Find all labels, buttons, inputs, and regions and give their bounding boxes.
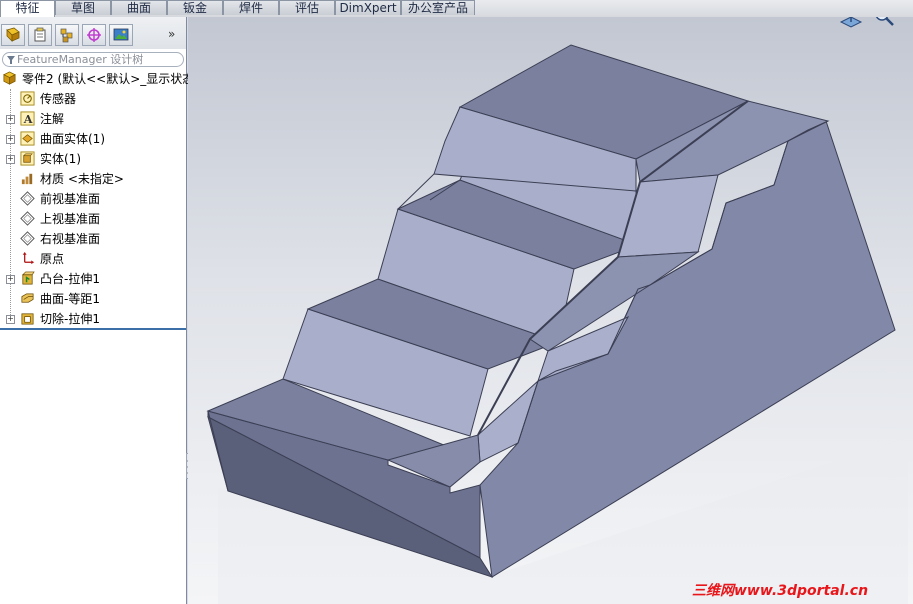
tree-item-label: 曲面-等距1 [40, 292, 100, 306]
expand-toggle[interactable]: + [6, 115, 15, 124]
tree-item-front-plane[interactable]: 前视基准面 [0, 189, 186, 209]
plane-icon [20, 191, 35, 206]
tree-item-origin[interactable]: 原点 [0, 249, 186, 269]
dimxpert-manager-icon[interactable] [82, 24, 106, 46]
tree-item-label: 曲面实体(1) [40, 132, 105, 146]
tree-item-surface-bodies[interactable]: + 曲面实体(1) [0, 129, 186, 149]
solid-body-icon [20, 151, 35, 166]
tree-item-label: 切除-拉伸1 [40, 312, 100, 326]
expand-toggle[interactable]: + [6, 155, 15, 164]
tree-item-boss-extrude[interactable]: + 凸台-拉伸1 [0, 269, 186, 289]
panel-toolbar: » [0, 17, 186, 49]
tree-item-label: 凸台-拉伸1 [40, 272, 100, 286]
tab-surfaces[interactable]: 曲面 [111, 0, 167, 15]
plane-icon [20, 231, 35, 246]
configuration-manager-icon[interactable] [55, 24, 79, 46]
zoom-to-fit-icon[interactable] [873, 17, 895, 27]
graphics-viewport[interactable] [188, 17, 913, 604]
tree-item-label: 右视基准面 [40, 232, 101, 246]
tab-dimxpert[interactable]: DimXpert [335, 0, 401, 15]
tree-item-material[interactable]: 材质 <未指定> [0, 169, 186, 189]
expand-panel-button[interactable]: » [168, 27, 175, 41]
tree-item-sensors[interactable]: 传感器 [0, 89, 186, 109]
part-icon [3, 71, 16, 85]
property-manager-icon[interactable] [28, 24, 52, 46]
feature-filter-input[interactable]: FeatureManager 设计树 [2, 52, 184, 67]
cut-extrude-icon [21, 313, 34, 325]
material-icon [21, 173, 33, 185]
tree-item-label: 原点 [40, 252, 65, 266]
tree-item-label: 前视基准面 [40, 192, 101, 206]
tree-item-right-plane[interactable]: 右视基准面 [0, 229, 186, 249]
svg-text:A: A [23, 112, 33, 126]
site-watermark: 三维网www.3dportal.cn [692, 583, 869, 599]
expand-toggle[interactable]: + [6, 275, 15, 284]
tree-item-label: 材质 <未指定> [40, 172, 124, 186]
tree-item-label: 上视基准面 [40, 212, 101, 226]
tab-features[interactable]: 特征 [0, 0, 55, 17]
command-manager-tabs: 特征 草图 曲面 钣金 焊件 评估 DimXpert 办公室产品 [0, 0, 913, 17]
sensor-icon [20, 91, 35, 106]
offset-surface-icon [21, 293, 34, 303]
tree-item-offset-surface[interactable]: 曲面-等距1 [0, 289, 186, 309]
origin-icon [22, 251, 35, 265]
surface-body-icon [20, 131, 35, 146]
annotation-icon: A [20, 111, 35, 126]
stepped-part-model[interactable] [188, 17, 913, 604]
display-manager-icon[interactable] [109, 24, 133, 46]
view-orientation-icon[interactable] [839, 17, 863, 30]
tree-item-label: 传感器 [40, 92, 77, 106]
tree-item-cut-extrude[interactable]: + 切除-拉伸1 [0, 309, 186, 329]
tab-sheet-metal[interactable]: 钣金 [167, 0, 223, 15]
tab-evaluate[interactable]: 评估 [279, 0, 335, 15]
tab-sketch[interactable]: 草图 [55, 0, 111, 15]
tab-office-products[interactable]: 办公室产品 [401, 0, 475, 15]
tab-weldments[interactable]: 焊件 [223, 0, 279, 15]
tree-item-label: 注解 [40, 112, 65, 126]
tree-item-top-plane[interactable]: 上视基准面 [0, 209, 186, 229]
rollback-bar[interactable] [0, 328, 186, 330]
feature-manager-panel: » FeatureManager 设计树 零件2 (默认<<默认>_显示状态 传… [0, 17, 194, 604]
boss-extrude-icon [22, 271, 35, 285]
tree-root-label: 零件2 (默认<<默认>_显示状态 [22, 72, 195, 86]
filter-placeholder: FeatureManager 设计树 [17, 53, 144, 66]
feature-manager-tree-icon[interactable] [1, 24, 25, 46]
tree-item-annotations[interactable]: + A 注解 [0, 109, 186, 129]
tree-item-solid-bodies[interactable]: + 实体(1) [0, 149, 186, 169]
expand-toggle[interactable]: + [6, 135, 15, 144]
filter-icon [7, 56, 15, 64]
expand-toggle[interactable]: + [6, 315, 15, 324]
plane-icon [20, 211, 35, 226]
tree-item-label: 实体(1) [40, 152, 81, 166]
